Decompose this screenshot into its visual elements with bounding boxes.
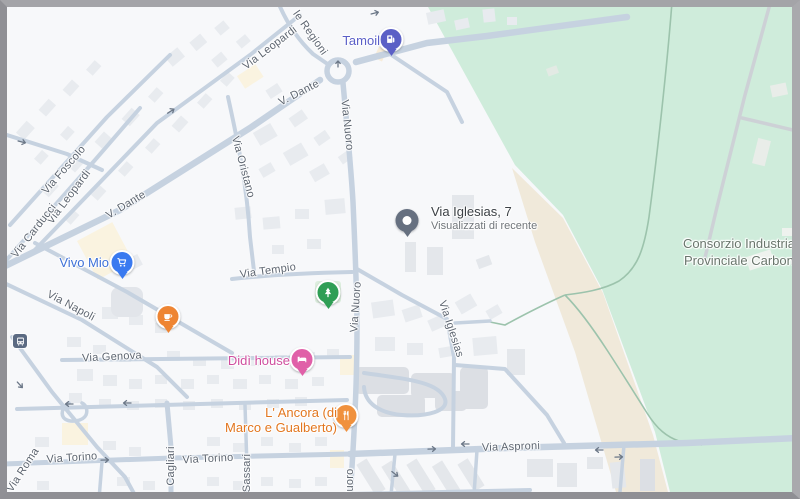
area-label-line2: Provinciale Carbonia xyxy=(669,252,792,269)
poi-didi-house[interactable] xyxy=(290,347,315,379)
poi-label-tamoil[interactable]: Tamoil xyxy=(332,33,380,48)
window-frame: le Regioni Via Leopardi V. Dante Via Nuo… xyxy=(0,0,800,499)
recent-place-title[interactable]: Via Iglesias, 7 xyxy=(431,204,512,219)
poi-label-ancora-line2[interactable]: Marco e Gualberto) xyxy=(209,420,337,435)
poi-cafe[interactable] xyxy=(156,304,181,336)
street-label-via-asproni: Via Asproni xyxy=(482,440,541,454)
poi-label-vivo-mio[interactable]: Vivo Mio xyxy=(45,255,109,270)
street-label-sassari: Sassari xyxy=(241,454,253,492)
area-label-consorzio: Consorzio Industriale Provinciale Carbon… xyxy=(669,235,792,269)
poi-vivo-mio[interactable] xyxy=(110,250,135,282)
poi-park[interactable] xyxy=(316,280,341,312)
poi-recent-place[interactable] xyxy=(396,209,421,241)
map-canvas[interactable]: le Regioni Via Leopardi V. Dante Via Nuo… xyxy=(7,7,792,492)
recent-place-subtitle: Visualizzati di recente xyxy=(431,220,537,232)
recent-place-pin-icon[interactable] xyxy=(396,209,419,232)
street-label-cagliari: Cagliari xyxy=(165,446,177,485)
poi-label-didi-house[interactable]: Didì house xyxy=(215,353,290,368)
poi-ancora-restaurant[interactable] xyxy=(334,403,359,435)
poi-label-ancora[interactable]: L' Ancora (di Marco e Gualberto) xyxy=(209,405,337,435)
poi-tamoil[interactable] xyxy=(379,27,404,59)
poi-label-ancora-line1[interactable]: L' Ancora (di xyxy=(209,405,337,420)
area-label-line1: Consorzio Industriale xyxy=(669,235,792,252)
street-label-via-nuoro-bottom: Via Nuoro xyxy=(344,469,356,492)
bus-station-icon[interactable] xyxy=(13,334,27,348)
